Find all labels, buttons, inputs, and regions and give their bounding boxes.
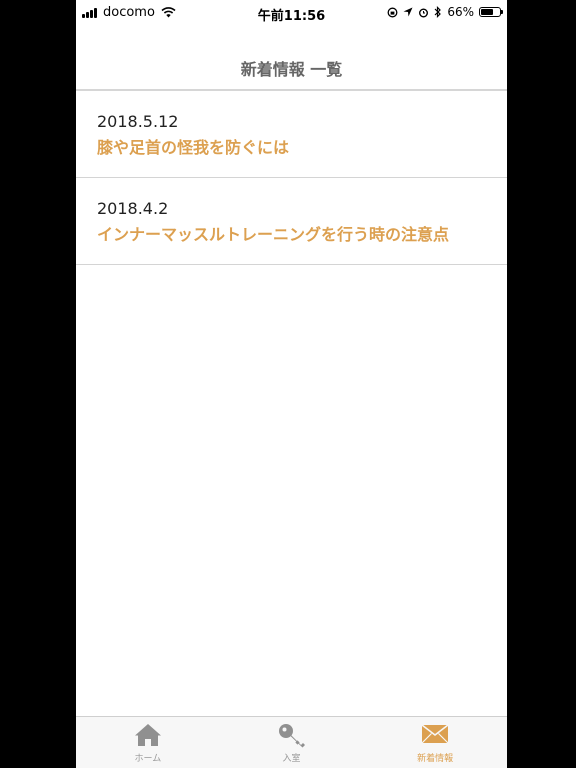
app-screen: docomo 午前11:56 66% 新着情報 一覧 2018.5.12 膝や足…: [76, 0, 507, 768]
tab-label: 入室: [282, 754, 301, 764]
news-headline[interactable]: インナーマッスルトレーニングを行う時の注意点: [97, 221, 449, 245]
tab-home[interactable]: ホーム: [76, 717, 220, 768]
alarm-icon: [419, 8, 429, 17]
tab-entry[interactable]: 入室: [220, 717, 364, 768]
battery-percent: 66%: [447, 5, 474, 19]
page-title: 新着情報 一覧: [240, 60, 343, 79]
tab-news[interactable]: 新着情報: [363, 717, 507, 768]
battery-fill: [481, 9, 493, 15]
news-list: 2018.5.12 膝や足首の怪我を防ぐには 2018.4.2 インナーマッスル…: [76, 91, 507, 265]
status-bar: docomo 午前11:56 66%: [76, 0, 507, 26]
tab-label: ホーム: [134, 754, 162, 764]
news-item[interactable]: 2018.4.2 インナーマッスルトレーニングを行う時の注意点: [76, 178, 507, 265]
location-icon: [403, 7, 413, 17]
news-date: 2018.5.12: [97, 112, 179, 131]
envelope-icon: [421, 724, 449, 744]
bluetooth-icon: [434, 6, 442, 18]
news-date: 2018.4.2: [97, 199, 169, 218]
rotation-lock-icon: [387, 7, 398, 17]
news-headline[interactable]: 膝や足首の怪我を防ぐには: [97, 134, 289, 158]
tab-label: 新着情報: [417, 754, 454, 764]
tab-bar: ホーム 入室 新着情報: [76, 716, 507, 768]
battery-icon: [479, 7, 503, 17]
status-right: 66%: [387, 5, 503, 19]
home-icon: [134, 724, 161, 746]
navigation-bar: 新着情報 一覧: [76, 26, 507, 91]
key-icon: [278, 724, 305, 748]
news-item[interactable]: 2018.5.12 膝や足首の怪我を防ぐには: [76, 91, 507, 178]
